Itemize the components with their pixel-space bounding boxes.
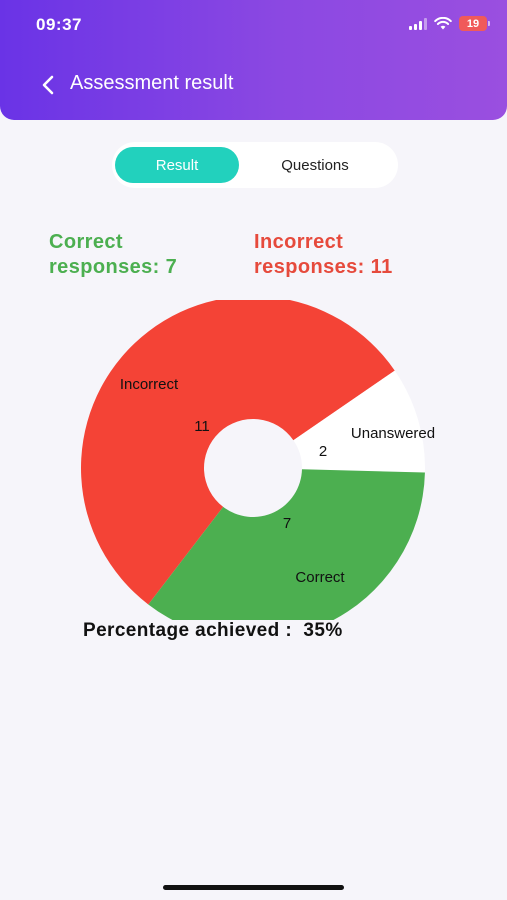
back-button[interactable] bbox=[36, 70, 60, 100]
slice-value-correct: 7 bbox=[283, 515, 291, 532]
battery-icon: 19 bbox=[459, 16, 490, 31]
slice-value-incorrect: 11 bbox=[194, 418, 210, 435]
incorrect-summary-line1: Incorrect bbox=[254, 231, 344, 253]
results-donut-chart: Incorrect 11 Unanswered 2 Correct 7 bbox=[81, 300, 435, 620]
slice-label-incorrect: Incorrect bbox=[120, 376, 179, 393]
battery-level: 19 bbox=[466, 17, 480, 30]
page-title: Assessment result bbox=[70, 72, 234, 94]
status-time: 09:37 bbox=[36, 15, 82, 34]
incorrect-summary: Incorrect responses: 11 bbox=[254, 230, 474, 280]
wifi-icon bbox=[434, 17, 452, 30]
slice-label-correct: Correct bbox=[295, 569, 345, 586]
result-tabs: Result Questions bbox=[112, 142, 398, 188]
percentage-label: Percentage achieved : bbox=[83, 620, 293, 641]
chevron-left-icon bbox=[42, 75, 54, 95]
correct-summary-line2: responses: 7 bbox=[49, 256, 178, 278]
percentage-achieved: Percentage achieved : 35% bbox=[83, 620, 343, 642]
status-icons: 19 bbox=[409, 16, 490, 31]
correct-summary-line1: Correct bbox=[49, 231, 123, 253]
incorrect-summary-line2: responses: 11 bbox=[254, 256, 393, 278]
tab-questions[interactable]: Questions bbox=[252, 147, 378, 183]
home-indicator bbox=[163, 885, 344, 890]
tab-result[interactable]: Result bbox=[115, 147, 239, 183]
results-chart: Incorrect 11 Unanswered 2 Correct 7 bbox=[0, 300, 507, 620]
slice-value-unanswered: 2 bbox=[319, 443, 327, 460]
slice-label-unanswered: Unanswered bbox=[351, 425, 435, 442]
percentage-value: 35% bbox=[303, 620, 343, 641]
correct-summary: Correct responses: 7 bbox=[49, 230, 239, 280]
signal-icon bbox=[409, 17, 427, 30]
app-header: 09:37 19 Assessment result bbox=[0, 0, 507, 120]
